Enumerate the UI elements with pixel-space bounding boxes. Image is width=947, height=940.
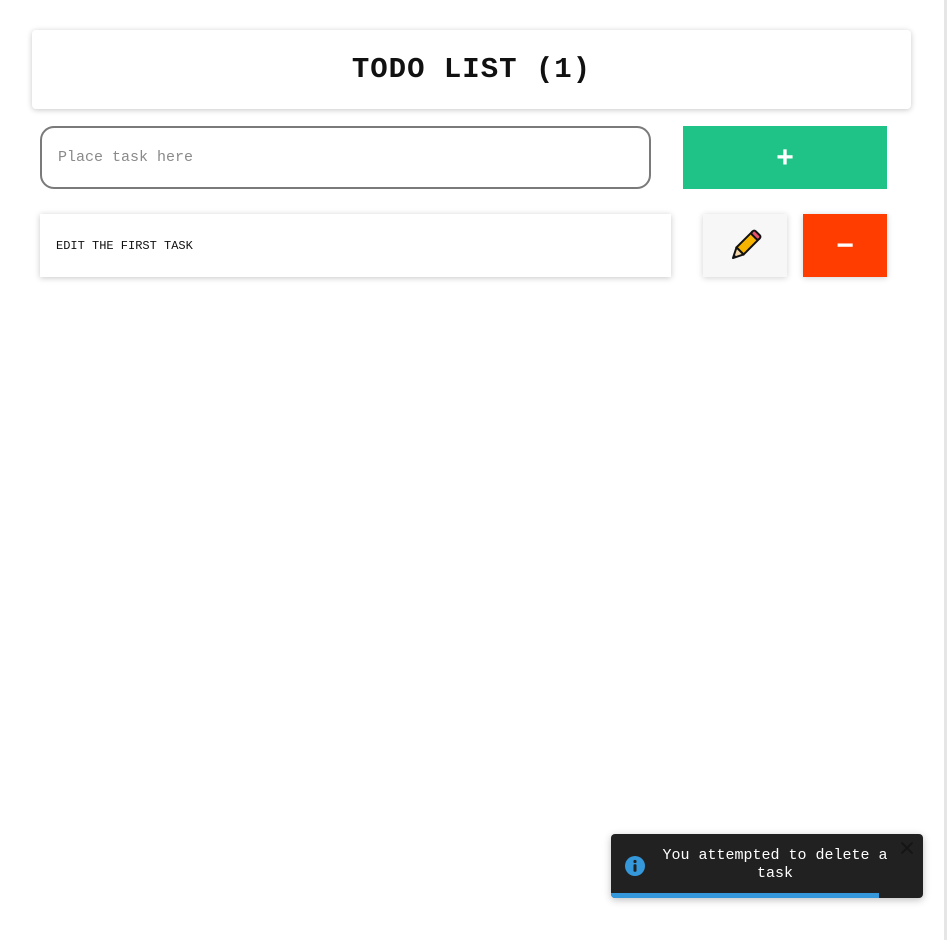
delete-task-label: − <box>836 228 854 262</box>
task-input[interactable] <box>40 126 651 189</box>
task-item: EDIT THE FIRST TASK <box>40 214 671 277</box>
header-card: TODO LIST (1) <box>32 30 911 109</box>
toast-progress-track <box>611 893 923 898</box>
info-icon <box>625 856 645 876</box>
close-icon <box>901 842 913 854</box>
toast-progress-bar <box>611 893 880 898</box>
edit-task-button[interactable] <box>703 214 787 277</box>
add-task-label: + <box>776 140 794 174</box>
toast-close-button[interactable] <box>899 840 915 856</box>
toast-message: You attempted to delete a task <box>662 847 888 882</box>
task-item-text: EDIT THE FIRST TASK <box>56 238 193 253</box>
pencil-icon <box>731 229 762 259</box>
toast-notification: You attempted to delete a task <box>611 834 923 898</box>
add-task-button[interactable]: + <box>683 126 887 189</box>
page-title: TODO LIST (1) <box>351 53 592 86</box>
page: TODO LIST (1) + EDIT THE FIRST TASK − Yo… <box>0 0 947 940</box>
delete-task-button[interactable]: − <box>803 214 887 277</box>
